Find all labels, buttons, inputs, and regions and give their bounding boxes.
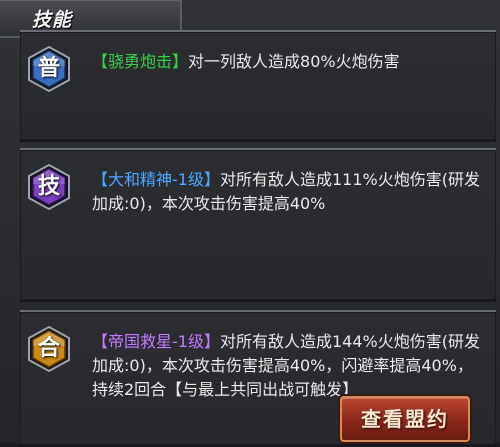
skill-description: 【大和精神-1级】对所有敌人造成111%火炮伤害(研发加成:0)，本次攻击伤害提… xyxy=(92,168,486,216)
badge-label: 合 xyxy=(37,336,60,361)
combo-skill-badge-icon: 合 xyxy=(26,326,72,372)
skill-panel-normal: 普 【骁勇炮击】对一列敌人造成80%火炮伤害 xyxy=(20,30,496,142)
skill-name: 【帝国救星-1级】 xyxy=(92,332,220,351)
badge-label: 普 xyxy=(37,56,60,81)
badge-label: 技 xyxy=(37,174,60,199)
skill-description: 【帝国救星-1级】对所有敌人造成144%火炮伤害(研发加成:0)，本次攻击伤害提… xyxy=(92,330,486,402)
skill-name: 【骁勇炮击】 xyxy=(92,52,189,71)
normal-skill-badge-icon: 普 xyxy=(26,46,72,92)
skill-panel-tech: 技 【大和精神-1级】对所有敌人造成111%火炮伤害(研发加成:0)，本次攻击伤… xyxy=(20,148,496,302)
skill-name: 【大和精神-1级】 xyxy=(92,170,220,189)
skills-window: 技能 普 【骁勇炮击】对一列敌人造成80%火炮伤害 技 【大和精神-1级】对所有… xyxy=(0,0,500,447)
tech-skill-badge-icon: 技 xyxy=(26,164,72,210)
page-title: 技能 xyxy=(32,9,73,31)
skill-effect-text: 对一列敌人造成80%火炮伤害 xyxy=(188,52,400,71)
skill-description: 【骁勇炮击】对一列敌人造成80%火炮伤害 xyxy=(92,50,486,74)
view-alliance-button[interactable]: 查看盟约 xyxy=(340,396,470,442)
